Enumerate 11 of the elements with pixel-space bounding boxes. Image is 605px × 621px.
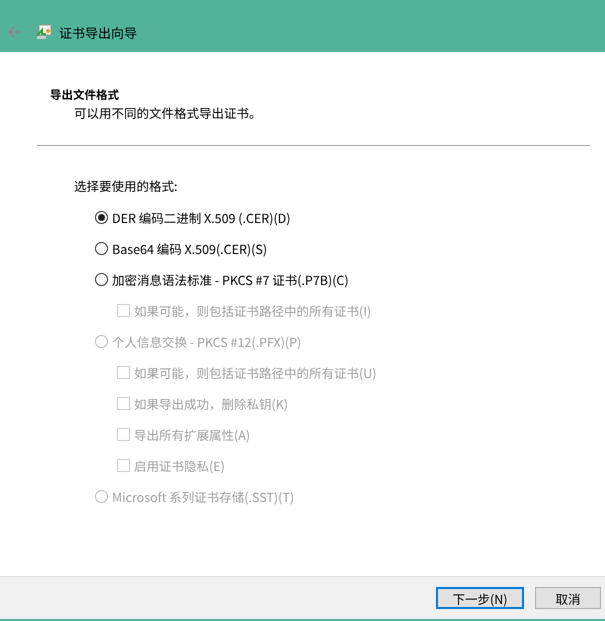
certificate-icon — [36, 24, 52, 40]
page-description: 可以用不同的文件格式导出证书。 — [74, 103, 263, 123]
window-title: 证书导出向导 — [59, 22, 138, 42]
next-button[interactable]: 下一步(N) — [436, 587, 524, 609]
format-radio[interactable]: Base64 编码 X.509(.CER)(S) — [95, 238, 268, 258]
cancel-button[interactable]: 取消 — [535, 587, 601, 609]
format-radio[interactable]: DER 编码二进制 X.509 (.CER)(D) — [95, 207, 291, 227]
page-heading: 导出文件格式 — [50, 87, 120, 103]
format-radio[interactable]: 加密消息语法标准 - PKCS #7 证书(.P7B)(C) — [95, 269, 349, 289]
format-prompt: 选择要使用的格式: — [74, 176, 178, 196]
back-arrow-icon[interactable] — [8, 26, 22, 38]
